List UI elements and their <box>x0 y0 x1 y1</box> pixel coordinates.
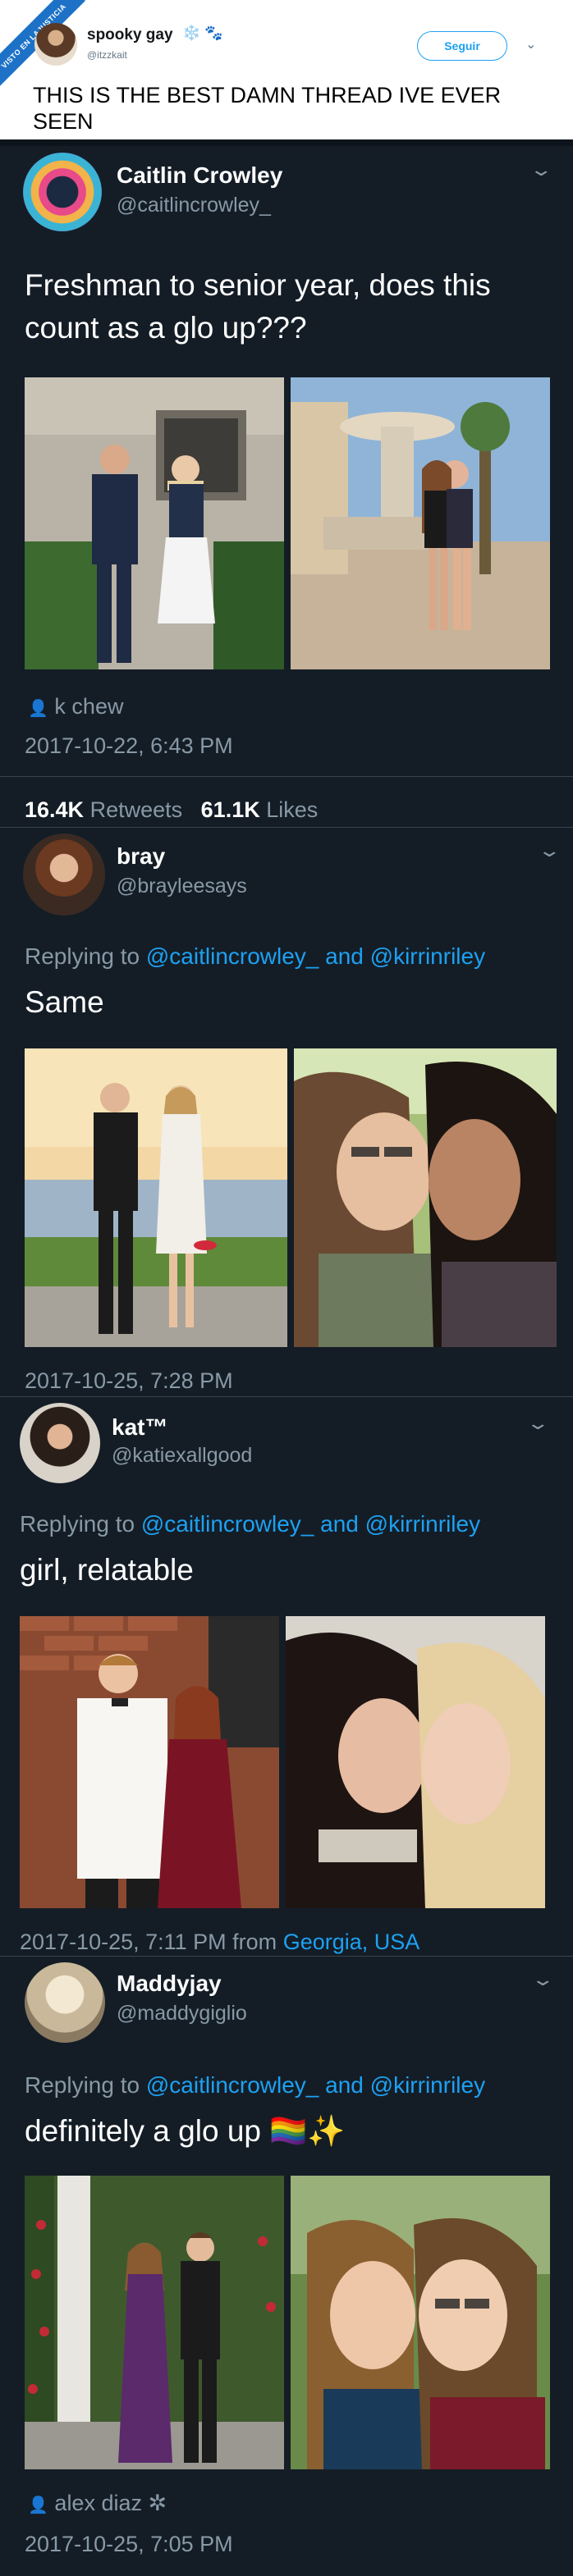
replying-to: Replying to @caitlincrowley_ and @kirrin… <box>25 2072 486 2098</box>
timestamp[interactable]: 2017-10-22, 6:43 PM <box>25 733 233 759</box>
avatar[interactable] <box>20 1403 100 1483</box>
avatar[interactable] <box>34 23 77 66</box>
photo-before[interactable] <box>25 2176 284 2469</box>
avatar[interactable] <box>23 153 102 231</box>
author-name[interactable]: Caitlin Crowley <box>117 162 282 189</box>
author-handle[interactable]: @maddygiglio <box>117 2002 247 2026</box>
photo-before[interactable] <box>25 1048 287 1347</box>
follow-button[interactable]: Seguir <box>417 31 507 61</box>
photo-before[interactable] <box>25 377 284 669</box>
tagged-user[interactable]: 👤 alex diaz ✲ <box>28 2491 167 2516</box>
author-handle[interactable]: @katiexallgood <box>112 1444 252 1468</box>
divider <box>0 1956 573 1957</box>
divider <box>0 827 573 828</box>
author-handle[interactable]: @caitlincrowley_ <box>117 194 271 217</box>
chevron-down-icon[interactable]: ⌄ <box>525 1413 550 1434</box>
person-icon: 👤 <box>28 700 48 718</box>
author-handle[interactable]: @brayleesays <box>117 875 247 898</box>
tweet-text: THIS IS THE BEST DAMN THREAD IVE EVER SE… <box>33 83 502 134</box>
photo-after[interactable] <box>291 377 550 669</box>
author-name[interactable]: kat™ <box>112 1414 167 1441</box>
tweet-text: Freshman to senior year, does this count… <box>25 268 491 345</box>
author-name[interactable]: bray <box>117 843 165 870</box>
replying-to: Replying to @caitlincrowley_ and @kirrin… <box>25 943 486 969</box>
avatar[interactable] <box>23 834 105 916</box>
timestamp[interactable]: 2017-10-25, 7:11 PM from Georgia, USA <box>20 1930 419 1955</box>
divider <box>0 1396 573 1397</box>
author-name[interactable]: spooky gay <box>87 26 173 44</box>
chevron-down-icon[interactable]: ⌄ <box>530 1969 555 1990</box>
chevron-down-icon[interactable]: ⌄ <box>537 840 562 861</box>
tagged-user[interactable]: 👤 k chew <box>28 694 123 719</box>
engagement-stats: 16.4K Retweets 61.1K Likes <box>25 797 319 822</box>
tweet-text: girl, relatable <box>20 1553 194 1587</box>
name-emojis: ❄️ 🐾 <box>182 25 223 41</box>
tweet-text: Same <box>25 985 104 1019</box>
author-name[interactable]: Maddyjay <box>117 1971 222 1997</box>
divider <box>0 776 573 777</box>
tweet-text: definitely a glo up 🏳️‍🌈✨ <box>25 2114 346 2148</box>
timestamp[interactable]: 2017-10-25, 7:05 PM <box>25 2532 233 2557</box>
chevron-down-icon[interactable]: ⌄ <box>529 159 553 180</box>
outer-tweet: VISTO EN LAJUSTICIA spooky gay ❄️ 🐾 @itz… <box>0 0 573 148</box>
location-link[interactable]: Georgia, USA <box>283 1930 420 1954</box>
replying-to: Replying to @caitlincrowley_ and @kirrin… <box>20 1511 481 1537</box>
author-handle[interactable]: @itzzkait <box>87 49 127 61</box>
timestamp[interactable]: 2017-10-25, 7:28 PM <box>25 1368 233 1394</box>
photo-after[interactable] <box>294 1048 557 1347</box>
person-icon: 👤 <box>28 2496 48 2514</box>
photo-after[interactable] <box>286 1616 545 1908</box>
photo-before[interactable] <box>20 1616 279 1908</box>
photo-after[interactable] <box>291 2176 550 2469</box>
avatar[interactable] <box>25 1962 105 2043</box>
chevron-down-icon[interactable]: ⌄ <box>525 36 536 53</box>
